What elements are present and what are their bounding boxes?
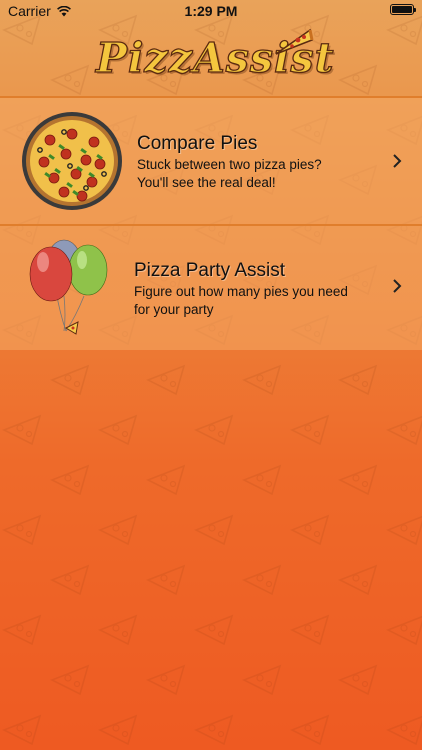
pattern-slice — [291, 515, 329, 545]
compare-pies-description-line-2: You'll see the real deal! — [137, 175, 276, 190]
pattern-slice — [3, 715, 41, 745]
pattern-slice — [99, 615, 137, 645]
pepperoni-topping — [94, 158, 106, 170]
pattern-slice — [339, 665, 377, 695]
pattern-slice — [51, 365, 89, 395]
pattern-slice — [291, 415, 329, 445]
pattern-slice — [195, 615, 233, 645]
pattern-slice — [147, 565, 185, 595]
pattern-slice — [147, 665, 185, 695]
pizza-slice-icon — [275, 28, 314, 55]
pattern-slice — [51, 665, 89, 695]
pepperoni-topping — [44, 134, 56, 146]
pattern-slice — [339, 365, 377, 395]
chevron-right-icon — [393, 154, 402, 168]
pattern-slice — [3, 415, 41, 445]
pepperoni-topping — [76, 190, 88, 202]
pattern-slice — [195, 415, 233, 445]
pattern-slice — [3, 515, 41, 545]
pizza-party-assist-description-line-1: Figure out how many pies you need — [134, 284, 348, 299]
pattern-slice — [387, 515, 422, 545]
pepperoni-topping — [48, 172, 60, 184]
pattern-slice — [339, 565, 377, 595]
pattern-slice — [291, 615, 329, 645]
pattern-slice — [147, 465, 185, 495]
status-right — [390, 4, 416, 15]
pattern-slice — [99, 715, 137, 745]
chevron-right-icon — [393, 279, 402, 293]
pattern-slice — [147, 365, 185, 395]
battery-icon — [390, 4, 416, 15]
pepperoni-topping — [38, 156, 50, 168]
pepperoni-topping — [60, 148, 72, 160]
pattern-slice — [339, 465, 377, 495]
pattern-slice — [243, 465, 281, 495]
pepperoni-topping — [80, 154, 92, 166]
pizza-party-assist-title: Pizza Party Assist — [134, 260, 285, 281]
compare-pies-description-line-1: Stuck between two pizza pies? — [137, 157, 322, 172]
whole-pizza-icon — [22, 112, 122, 210]
app-header: PizzAssist — [0, 22, 422, 94]
pattern-slice — [243, 365, 281, 395]
pattern-slice — [51, 565, 89, 595]
pattern-slice — [243, 665, 281, 695]
pattern-slice — [99, 515, 137, 545]
compare-pies-title: Compare Pies — [137, 133, 258, 154]
pepperoni-topping — [88, 136, 100, 148]
pepperoni-topping — [58, 186, 70, 198]
pattern-slice — [243, 565, 281, 595]
pattern-slice — [387, 415, 422, 445]
pattern-slice — [387, 715, 422, 745]
pattern-slice — [99, 415, 137, 445]
status-bar: Carrier 1:29 PM — [0, 0, 422, 22]
pattern-slice — [291, 715, 329, 745]
pepperoni-topping — [86, 176, 98, 188]
pattern-slice — [51, 465, 89, 495]
menu-row-pizza-party-assist[interactable]: Pizza Party Assist Figure out how many p… — [0, 226, 422, 350]
pattern-slice — [3, 615, 41, 645]
balloons-icon — [29, 239, 108, 335]
pepperoni-topping — [66, 128, 78, 140]
pattern-slice — [195, 715, 233, 745]
pattern-slice — [387, 615, 422, 645]
pattern-slice — [195, 515, 233, 545]
menu-row-compare-pies[interactable]: Compare Pies Stuck between two pizza pie… — [0, 98, 422, 224]
pizza-party-assist-description-line-2: for your party — [134, 302, 214, 317]
app-logo: PizzAssist — [95, 26, 334, 92]
status-time: 1:29 PM — [184, 3, 238, 19]
battery-level-fill — [392, 6, 412, 13]
